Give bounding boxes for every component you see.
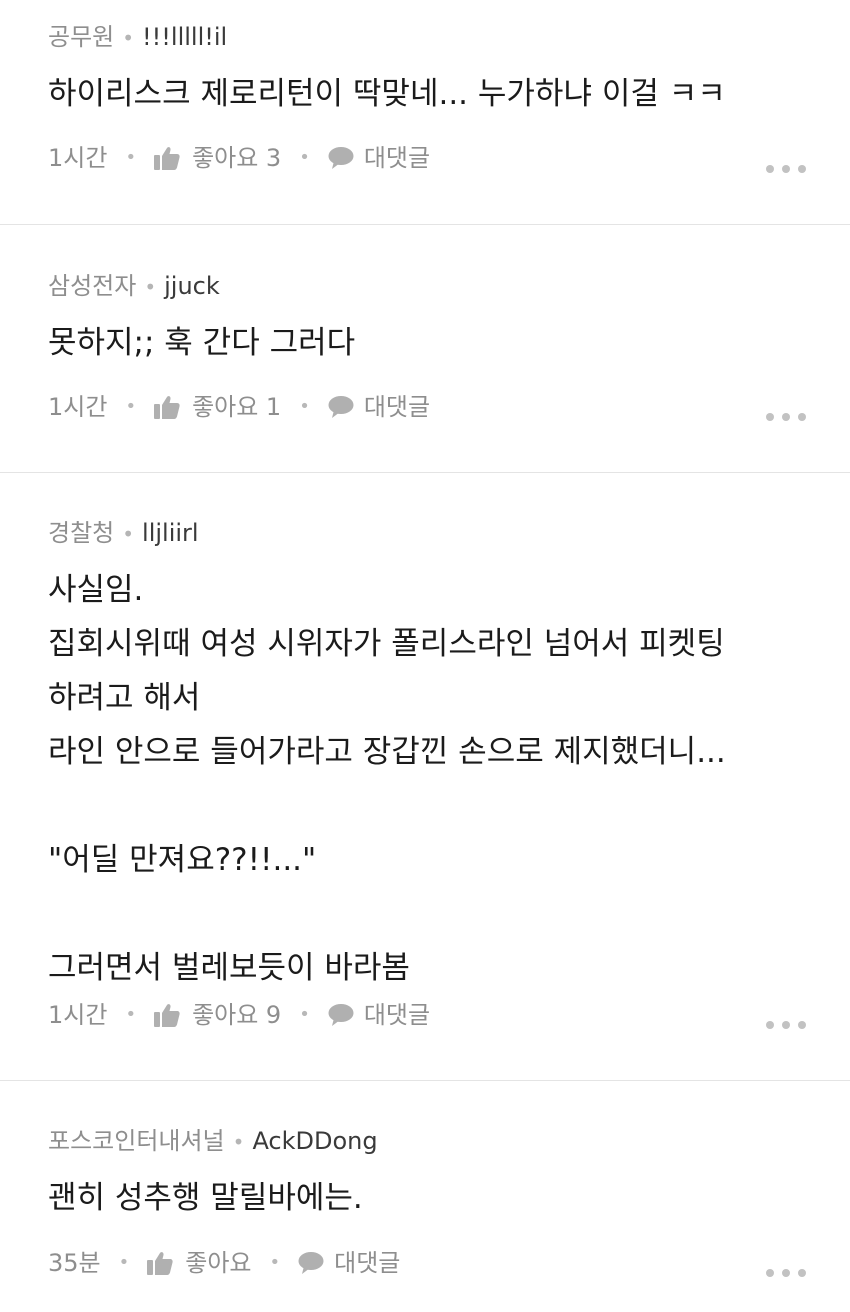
more-dot <box>782 1269 790 1277</box>
comment-text: 못하지;; 훅 간다 그러다 <box>48 325 356 361</box>
separator-dot: • <box>125 147 137 168</box>
separator-dot: • <box>122 26 135 50</box>
comment-footer: 1시간 • 좋아요 1 • 대댓글 <box>48 392 430 422</box>
more-dots-icon <box>766 1269 774 1277</box>
speech-bubble-icon <box>328 396 354 418</box>
comment-text: 하이리스크 제로리턴이 딱맞네... 누가하냐 이걸 ㅋㅋ <box>48 76 726 112</box>
more-dot <box>782 413 790 421</box>
author-company: 경찰청 <box>48 519 115 547</box>
more-options-button[interactable] <box>766 411 806 423</box>
more-dot <box>798 1021 806 1029</box>
separator-dot: • <box>125 396 137 417</box>
separator-dot: • <box>144 275 157 299</box>
separator-dot: • <box>299 1004 310 1025</box>
divider <box>0 472 850 473</box>
reply-button[interactable]: 대댓글 <box>328 143 430 173</box>
comment-author-line: 경찰청 • lljliirl <box>48 518 199 549</box>
author-company: 공무원 <box>48 23 115 51</box>
speech-bubble-icon <box>328 147 354 169</box>
separator-dot: • <box>299 147 310 168</box>
like-label: 좋아요 9 <box>192 1001 282 1029</box>
more-dots-icon <box>766 165 774 173</box>
author-company: 삼성전자 <box>48 272 137 300</box>
more-dots-icon <box>766 1021 774 1029</box>
reply-label: 대댓글 <box>334 1249 401 1277</box>
speech-bubble-icon <box>298 1252 324 1274</box>
separator-dot: • <box>269 1252 281 1273</box>
comment-footer: 1시간 • 좋아요 3 • 대댓글 <box>48 143 430 173</box>
comment-author-line: 공무원 • !!!lllll!il <box>48 22 227 53</box>
separator-dot: • <box>299 396 310 417</box>
more-options-button[interactable] <box>766 1267 806 1279</box>
author-company: 포스코인터내셔널 <box>48 1127 225 1155</box>
reply-button[interactable]: 대댓글 <box>298 1248 400 1278</box>
more-dot <box>798 165 806 173</box>
separator-dot: • <box>232 1130 245 1154</box>
reply-label: 대댓글 <box>363 1001 431 1029</box>
more-options-button[interactable] <box>766 163 806 175</box>
comment-time: 1시간 <box>48 393 108 421</box>
thumbs-up-icon <box>147 1252 173 1275</box>
comment-footer: 1시간 • 좋아요 9 • 대댓글 <box>48 1000 430 1030</box>
author-nickname[interactable]: lljliirl <box>142 519 199 547</box>
reply-label: 대댓글 <box>363 393 431 421</box>
more-dots-icon <box>766 413 774 421</box>
comment-time: 35분 <box>48 1249 101 1277</box>
author-nickname[interactable]: jjuck <box>164 272 220 300</box>
speech-bubble-icon <box>328 1004 354 1026</box>
more-dot <box>782 165 790 173</box>
comment-time: 1시간 <box>48 1001 108 1029</box>
comment-footer: 35분 • 좋아요 • 대댓글 <box>48 1248 400 1278</box>
thumbs-up-icon <box>154 1004 180 1027</box>
reply-button[interactable]: 대댓글 <box>328 392 430 422</box>
like-button[interactable]: 좋아요 1 <box>154 392 281 422</box>
like-button[interactable]: 좋아요 9 <box>154 1000 281 1030</box>
thumbs-up-icon <box>154 147 180 170</box>
more-dot <box>798 413 806 421</box>
separator-dot: • <box>118 1252 130 1273</box>
separator-dot: • <box>125 1004 137 1025</box>
more-dot <box>798 1269 806 1277</box>
divider <box>0 224 850 225</box>
thumbs-up-icon <box>154 396 180 419</box>
like-button[interactable]: 좋아요 3 <box>154 143 281 173</box>
comment-text: 괜히 성추행 말릴바에는. <box>48 1180 363 1216</box>
reply-button[interactable]: 대댓글 <box>328 1000 430 1030</box>
like-label: 좋아요 3 <box>192 144 282 172</box>
like-label: 좋아요 <box>185 1249 252 1277</box>
author-nickname[interactable]: !!!lllll!il <box>142 23 227 51</box>
more-options-button[interactable] <box>766 1019 806 1031</box>
comment-text: 사실임. 집회시위때 여성 시위자가 폴리스라인 넘어서 피켓팅 하려고 해서 … <box>48 572 726 986</box>
separator-dot: • <box>122 522 135 546</box>
comment-author-line: 포스코인터내셔널 • AckDDong <box>48 1126 378 1157</box>
more-dot <box>782 1021 790 1029</box>
reply-label: 대댓글 <box>363 144 431 172</box>
divider <box>0 1080 850 1081</box>
like-label: 좋아요 1 <box>192 393 282 421</box>
comment-time: 1시간 <box>48 144 108 172</box>
like-button[interactable]: 좋아요 <box>147 1248 252 1278</box>
author-nickname[interactable]: AckDDong <box>252 1127 377 1155</box>
comment-author-line: 삼성전자 • jjuck <box>48 271 220 302</box>
